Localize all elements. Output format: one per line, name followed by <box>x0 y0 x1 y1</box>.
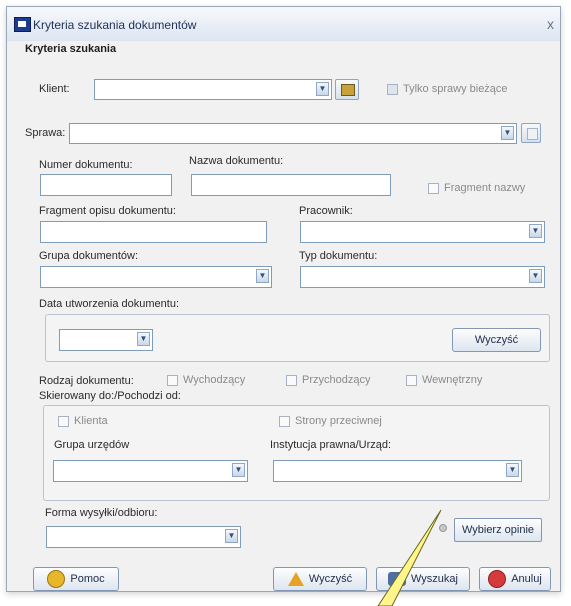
checkbox-icon <box>167 374 178 386</box>
fragment-opisu-label: Fragment opisu dokumentu: <box>39 205 176 217</box>
rodzaj-option-przychodzacy[interactable]: Przychodzący <box>286 374 370 386</box>
numer-input[interactable] <box>40 174 172 196</box>
pomoc-label: Pomoc <box>70 573 105 585</box>
rodzaj-option-wychodzacy[interactable]: Wychodzący <box>167 374 245 386</box>
typ-dok-label: Typ dokumentu: <box>299 250 378 262</box>
skierowany-label: Skierowany do:/Pochodzi od: <box>39 390 181 402</box>
binoculars-icon <box>388 572 407 586</box>
skierowany-group: Klienta Strony przeciwnej Grupa urzędów … <box>43 405 550 501</box>
checkbox-icon <box>58 415 69 427</box>
chevron-down-icon[interactable]: ▼ <box>529 224 542 238</box>
rodzaj-label: Rodzaj dokumentu: <box>39 375 134 387</box>
strony-przeciwnej-checkbox[interactable]: Strony przeciwnej <box>279 415 382 427</box>
sprawa-field[interactable]: ▼ <box>69 123 517 144</box>
data-clear-label: Wyczyść <box>474 334 519 346</box>
window-title: Kryteria szukania dokumentów <box>33 18 197 32</box>
chevron-down-icon[interactable]: ▼ <box>506 463 519 477</box>
grupa-urzedow-select[interactable]: ▼ <box>53 460 248 482</box>
checkbox-icon <box>428 182 439 194</box>
klient-field[interactable]: ▼ <box>94 79 332 100</box>
chevron-down-icon[interactable]: ▼ <box>137 332 150 346</box>
forma-label: Forma wysyłki/odbioru: <box>45 507 158 519</box>
numer-label: Numer dokumentu: <box>39 159 133 171</box>
grupa-dok-select[interactable]: ▼ <box>40 266 272 288</box>
nazwa-input[interactable] <box>191 174 391 196</box>
checkbox-icon <box>286 374 297 386</box>
data-clear-button[interactable]: Wyczyść <box>452 328 541 352</box>
data-utworzenia-label: Data utworzenia dokumentu: <box>39 298 180 310</box>
dialog-window: Kryteria szukania dokumentów x Kryteria … <box>6 6 561 592</box>
rodzaj-option-label: Wychodzący <box>183 374 246 386</box>
chevron-down-icon[interactable]: ▼ <box>501 126 514 140</box>
data-utworzenia-select[interactable]: ▼ <box>59 329 153 351</box>
close-icon[interactable]: x <box>547 16 554 32</box>
sprawa-pick-button[interactable] <box>521 123 541 143</box>
anuluj-label: Anuluj <box>511 573 542 585</box>
chevron-down-icon[interactable]: ▼ <box>529 269 542 283</box>
grupa-urzedow-label: Grupa urzędów <box>54 439 130 451</box>
title-bar: Kryteria szukania dokumentów x <box>7 7 560 41</box>
document-icon <box>527 128 538 140</box>
grupa-dok-label: Grupa dokumentów: <box>39 250 139 262</box>
chevron-down-icon[interactable]: ▼ <box>232 463 245 477</box>
checkbox-icon <box>279 415 290 427</box>
warning-icon <box>287 572 304 586</box>
checkbox-checked-icon <box>387 83 398 95</box>
wybierz-opinie-label: Wybierz opinie <box>461 524 535 536</box>
chevron-down-icon[interactable]: ▼ <box>256 269 269 283</box>
sprawa-label: Sprawa: <box>25 127 66 139</box>
tylko-sprawy-label: Tylko sprawy bieżące <box>403 83 508 95</box>
radio-icon[interactable] <box>439 524 447 532</box>
klient-pick-button[interactable] <box>335 79 359 100</box>
klienta-label: Klienta <box>74 415 108 427</box>
wyszukaj-label: Wyszukaj <box>411 573 458 585</box>
section-title: Kryteria szukania <box>25 43 117 55</box>
pracownik-select[interactable]: ▼ <box>300 221 545 243</box>
fragment-nazwy-label: Fragment nazwy <box>444 182 526 194</box>
pracownik-label: Pracownik: <box>299 205 353 217</box>
tylko-sprawy-checkbox[interactable]: Tylko sprawy bieżące <box>387 83 508 95</box>
strony-przeciwnej-label: Strony przeciwnej <box>295 415 382 427</box>
pomoc-button[interactable]: Pomoc <box>33 567 119 591</box>
anuluj-button[interactable]: Anuluj <box>479 567 551 591</box>
search-list-icon <box>341 84 355 96</box>
rodzaj-option-label: Wewnętrzny <box>422 374 483 386</box>
klienta-checkbox[interactable]: Klienta <box>58 415 108 427</box>
forma-select[interactable]: ▼ <box>46 526 241 548</box>
chevron-down-icon[interactable]: ▼ <box>316 82 329 96</box>
nazwa-label: Nazwa dokumentu: <box>189 155 284 167</box>
cancel-icon <box>488 570 507 588</box>
chevron-down-icon[interactable]: ▼ <box>225 529 238 543</box>
rodzaj-option-label: Przychodzący <box>302 374 371 386</box>
klient-label: Klient: <box>39 83 70 95</box>
fragment-nazwy-checkbox[interactable]: Fragment nazwy <box>428 182 525 194</box>
app-icon <box>14 17 31 32</box>
help-icon <box>47 570 66 588</box>
checkbox-icon <box>406 374 417 386</box>
typ-dok-select[interactable]: ▼ <box>300 266 545 288</box>
fragment-opisu-input[interactable] <box>40 221 267 243</box>
data-utworzenia-group: ▼ Wyczyść <box>45 314 550 362</box>
wyczysc-button[interactable]: Wyczyść <box>273 567 367 591</box>
instytucja-select[interactable]: ▼ <box>273 460 522 482</box>
instytucja-label: Instytucja prawna/Urząd: <box>270 439 392 451</box>
wyczysc-label: Wyczyść <box>308 573 353 585</box>
wyszukaj-button[interactable]: Wyszukaj <box>376 567 470 591</box>
rodzaj-option-wewnetrzny[interactable]: Wewnętrzny <box>406 374 482 386</box>
wybierz-opinie-button[interactable]: Wybierz opinie <box>454 518 542 542</box>
